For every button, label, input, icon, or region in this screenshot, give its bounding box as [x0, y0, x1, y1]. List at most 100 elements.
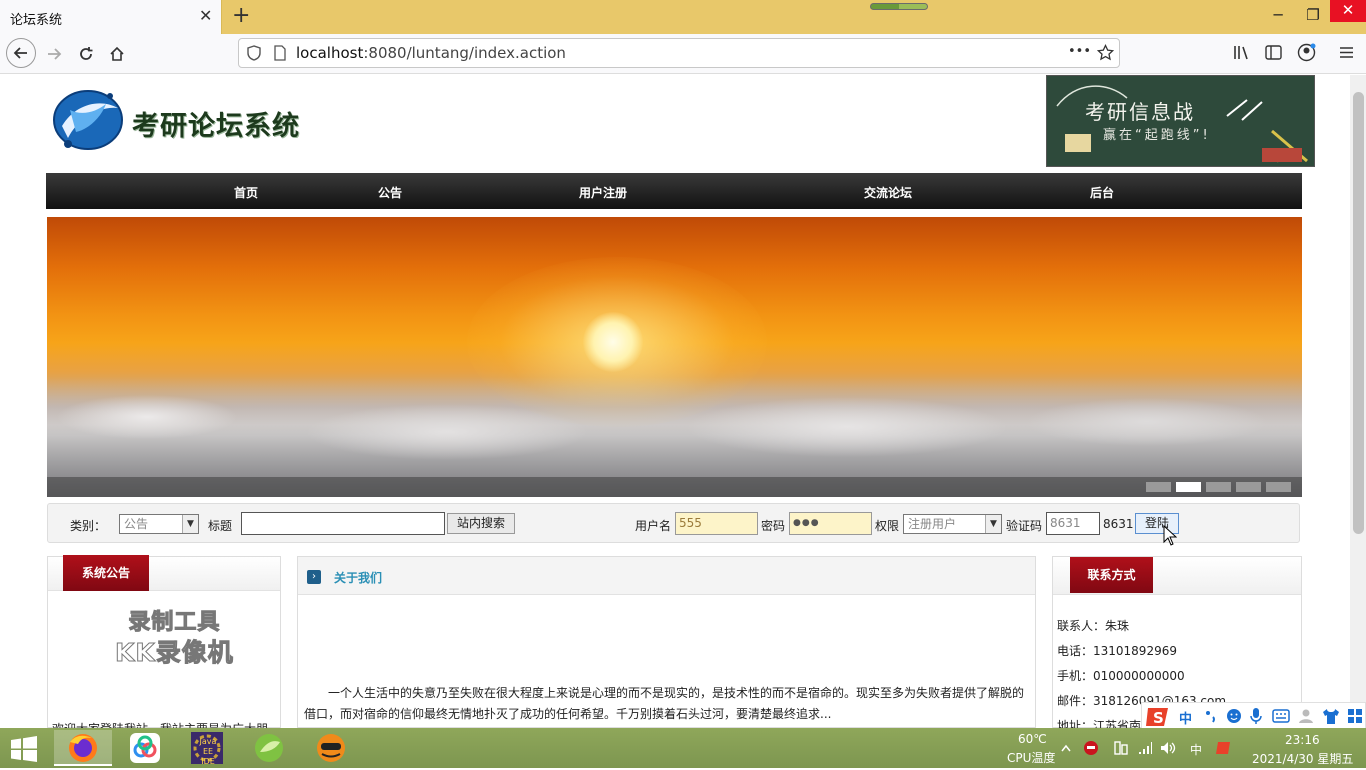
category-select-value: 公告 — [124, 517, 149, 531]
contact-person: 联系人：朱珠 — [1057, 619, 1130, 633]
taskbar-app-green[interactable] — [240, 730, 298, 766]
role-select-value: 注册用户 — [908, 517, 957, 531]
ime-indicator[interactable]: 中 — [1190, 741, 1202, 758]
category-label: 类别： — [70, 519, 107, 533]
punctuation-icon[interactable] — [1204, 709, 1218, 723]
url-text[interactable]: localhost:8080/luntang/index.action — [296, 44, 566, 62]
arrow-right-icon — [48, 48, 62, 60]
slider-dot-1[interactable] — [1146, 482, 1171, 492]
tray-expand-icon[interactable] — [1061, 744, 1071, 752]
site-search-button[interactable]: 站内搜索 — [447, 513, 515, 534]
slider-dot-4[interactable] — [1236, 482, 1261, 492]
captcha-label: 验证码 — [1006, 519, 1043, 533]
windows-start-icon[interactable] — [10, 736, 38, 762]
about-body-text: 一个人生活中的失意乃至失败在很大程度上来说是心理的而不是现实的，是技术性的而不是… — [304, 686, 1025, 721]
category-select[interactable]: 公告 ▼ — [119, 514, 199, 534]
sidebar-icon[interactable] — [1265, 45, 1282, 60]
home-button[interactable] — [103, 40, 131, 68]
new-tab-button[interactable]: + — [232, 3, 250, 28]
menu-icon[interactable] — [1339, 46, 1354, 59]
taskbar-firefox[interactable] — [54, 730, 112, 766]
nav-admin[interactable]: 后台 — [1090, 184, 1114, 201]
url-host: localhost — [296, 44, 364, 62]
contact-panel-title: 联系方式 — [1070, 557, 1153, 593]
loading-indicator — [870, 3, 928, 10]
nav-register[interactable]: 用户注册 — [579, 184, 627, 201]
about-panel-title[interactable]: 关于我们 — [334, 569, 382, 586]
firefox-icon — [69, 734, 97, 762]
recorder-app-icon — [317, 734, 345, 762]
clock-time[interactable]: 23:16 — [1285, 733, 1320, 747]
toolbox-grid-icon[interactable] — [1347, 708, 1363, 724]
close-window-button[interactable]: ✕ — [1330, 0, 1366, 22]
nav-announcement[interactable]: 公告 — [378, 184, 402, 201]
username-input[interactable]: 555 — [675, 512, 758, 535]
notice-panel-title: 系统公告 — [63, 555, 149, 591]
promo-banner: 考研信息战 赢在“起跑线”! — [1046, 75, 1315, 167]
mouse-cursor-icon — [1163, 525, 1177, 546]
url-path: :8080/luntang/index.action — [363, 44, 566, 62]
username-label: 用户名 — [635, 519, 672, 533]
slider-dot-5[interactable] — [1266, 482, 1291, 492]
keyboard-icon[interactable] — [1272, 708, 1290, 724]
taskbar-eclipse[interactable]: Java EE IDE — [178, 730, 236, 766]
microphone-icon[interactable] — [1249, 707, 1263, 725]
role-select[interactable]: 注册用户 ▼ — [903, 514, 1002, 534]
home-icon — [110, 46, 124, 61]
tab-title: 论坛系统 — [10, 13, 63, 28]
sogou-logo-icon[interactable]: S — [1144, 704, 1172, 730]
back-button[interactable] — [6, 38, 36, 68]
network-adapter-icon[interactable] — [1113, 740, 1129, 756]
account-icon[interactable] — [1297, 43, 1316, 62]
library-icon[interactable] — [1233, 44, 1251, 60]
signal-icon[interactable] — [1137, 740, 1153, 756]
emoji-icon[interactable] — [1226, 708, 1242, 724]
slider-dot-2[interactable] — [1176, 482, 1201, 492]
contact-mobile: 手机：010000000000 — [1057, 669, 1185, 683]
taskbar-baidu-netdisk[interactable] — [116, 730, 174, 766]
reload-icon — [80, 47, 93, 60]
taskbar-kk-recorder[interactable] — [302, 730, 360, 766]
arrow-right-icon: › — [307, 570, 321, 584]
reload-button[interactable] — [72, 40, 100, 68]
password-label: 密码 — [761, 519, 786, 533]
promo-title: 考研信息战 — [1085, 100, 1195, 124]
user-icon[interactable] — [1298, 708, 1314, 724]
scrollbar-thumb[interactable] — [1353, 92, 1364, 534]
sun — [583, 312, 643, 372]
arrow-left-icon — [13, 47, 27, 59]
clock-date[interactable]: 2021/4/30 星期五 — [1252, 750, 1353, 767]
title-search-input[interactable] — [241, 512, 445, 535]
captcha-code: 8631 — [1103, 517, 1134, 531]
maximize-button[interactable]: ❐ — [1295, 2, 1331, 28]
ime-toolbar: S 中 — [1141, 702, 1366, 730]
password-input[interactable]: ●●● — [789, 512, 872, 535]
forward-button[interactable] — [40, 40, 68, 68]
tab-close-icon[interactable]: ✕ — [199, 6, 212, 25]
slider-dot-3[interactable] — [1206, 482, 1231, 492]
chevron-down-icon: ▼ — [985, 515, 1001, 533]
captcha-input[interactable]: 8631 — [1046, 512, 1100, 535]
nav-home[interactable]: 首页 — [234, 184, 258, 201]
recording-watermark: 录制工具 KK录像机 — [115, 608, 234, 668]
ide-label: Java EE IDE — [199, 737, 217, 766]
shield-icon[interactable] — [247, 45, 261, 61]
cpu-temperature: 60℃ — [1018, 732, 1047, 746]
security-tray-icon[interactable] — [1083, 740, 1099, 756]
promo-subtitle: 赢在“起跑线”! — [1103, 128, 1211, 143]
globe-logo-icon — [53, 90, 123, 150]
slider-indicator-strip — [47, 477, 1302, 497]
nav-forum[interactable]: 交流论坛 — [864, 184, 912, 201]
about-panel-header — [298, 557, 1035, 595]
sogou-tray-icon[interactable] — [1216, 740, 1232, 756]
ime-chinese-mode[interactable]: 中 — [1179, 708, 1192, 727]
minimize-button[interactable]: ─ — [1260, 2, 1296, 28]
skin-shirt-icon[interactable] — [1322, 707, 1340, 725]
watermark-line-2: KK录像机 — [115, 638, 234, 668]
volume-icon[interactable] — [1160, 740, 1176, 756]
bookmark-star-icon[interactable] — [1097, 44, 1114, 61]
chevron-down-icon: ▼ — [182, 515, 198, 533]
page-actions-button[interactable]: ••• — [1068, 44, 1091, 59]
hero-slider[interactable] — [47, 217, 1302, 497]
leaf-app-icon — [255, 734, 283, 762]
